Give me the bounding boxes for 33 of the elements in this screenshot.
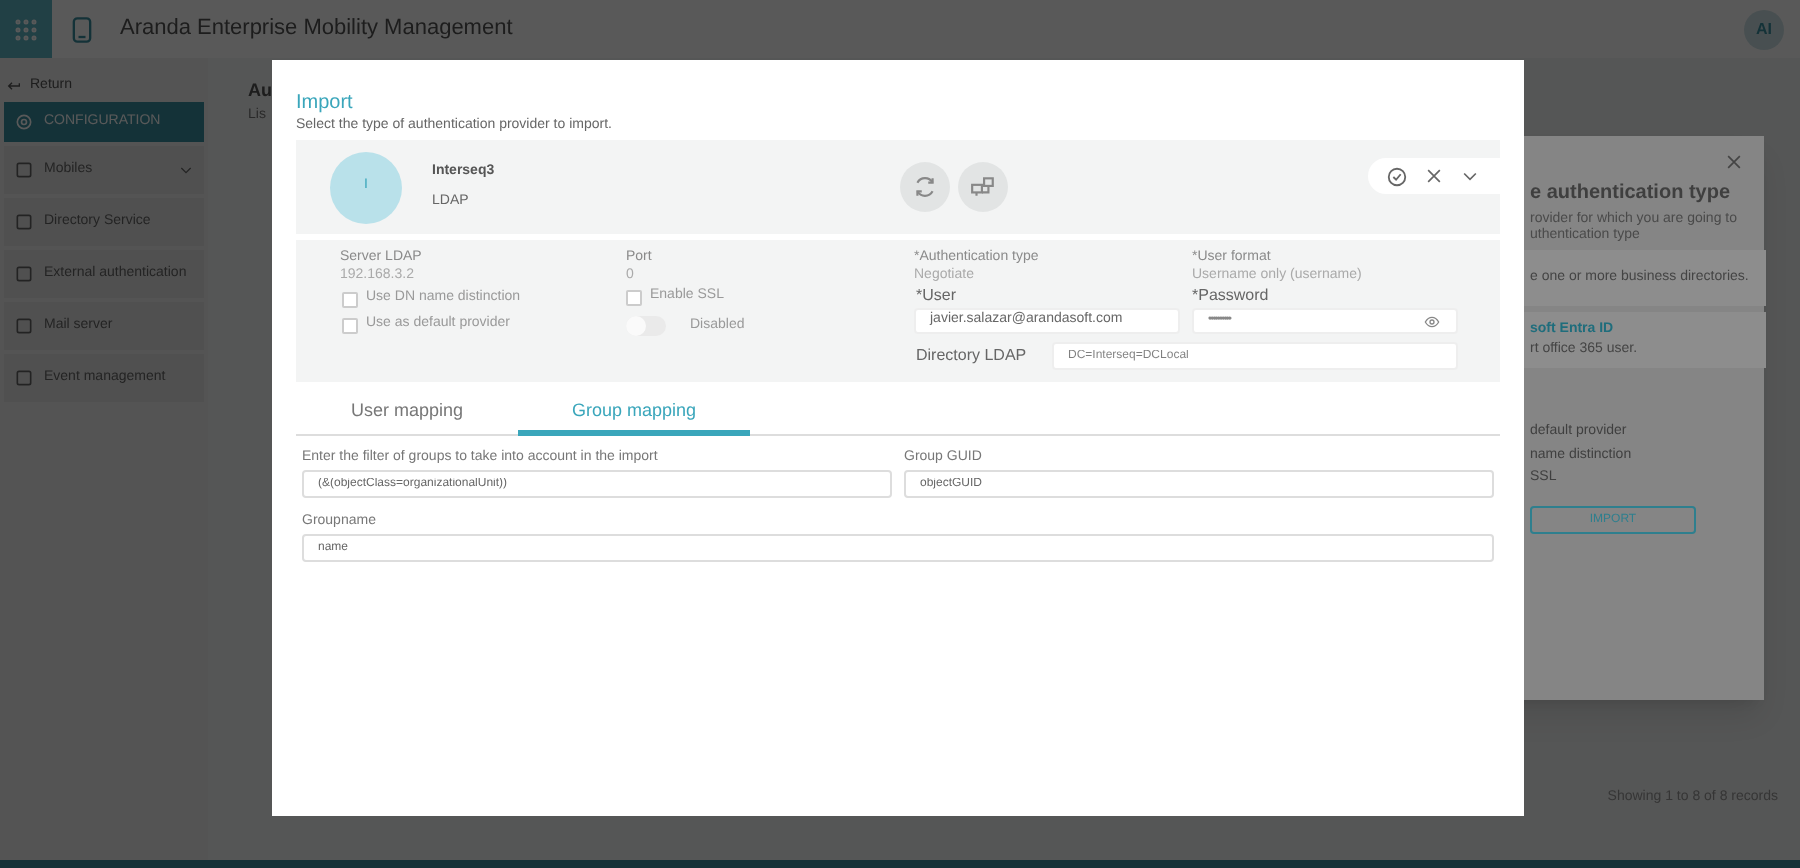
menu-item-icon xyxy=(14,160,34,180)
check-circle-icon xyxy=(1386,165,1408,187)
eye-icon xyxy=(1422,313,1442,329)
menu-item-icon xyxy=(14,264,34,284)
menu-item-icon xyxy=(14,212,34,232)
tab[interactable]: User mapping xyxy=(296,392,518,436)
network-computers-icon xyxy=(970,174,996,200)
field-label: *Password xyxy=(1192,286,1271,306)
field-label: *User xyxy=(914,286,959,306)
tab[interactable]: Group mapping xyxy=(518,392,750,436)
cancel-button[interactable] xyxy=(1424,166,1444,186)
dialog-title: e authentication type xyxy=(1530,180,1733,208)
phone-icon xyxy=(68,13,96,45)
checkbox[interactable] xyxy=(342,291,358,307)
page-heading: Au xyxy=(248,78,272,104)
field-label: Directory LDAP xyxy=(916,344,1029,368)
checkbox[interactable] xyxy=(626,289,642,305)
refresh-button[interactable] xyxy=(900,162,950,212)
menu-item-icon xyxy=(14,316,34,336)
close-icon xyxy=(1424,166,1444,186)
back-arrow-icon xyxy=(4,78,24,94)
confirm-button[interactable] xyxy=(1386,165,1408,187)
close-button[interactable] xyxy=(1724,152,1744,172)
checkbox[interactable] xyxy=(342,317,358,333)
circle-arrows-icon xyxy=(912,174,938,200)
network-button[interactable] xyxy=(958,162,1008,212)
app-title: Aranda Enterprise Mobility Management xyxy=(120,14,513,45)
gear-icon xyxy=(14,112,34,132)
menu-item-icon xyxy=(14,368,34,388)
dialog-title: Import xyxy=(296,92,355,116)
apps-menu-button[interactable] xyxy=(0,0,52,58)
grid-icon xyxy=(14,17,38,41)
close-icon xyxy=(1724,152,1744,172)
